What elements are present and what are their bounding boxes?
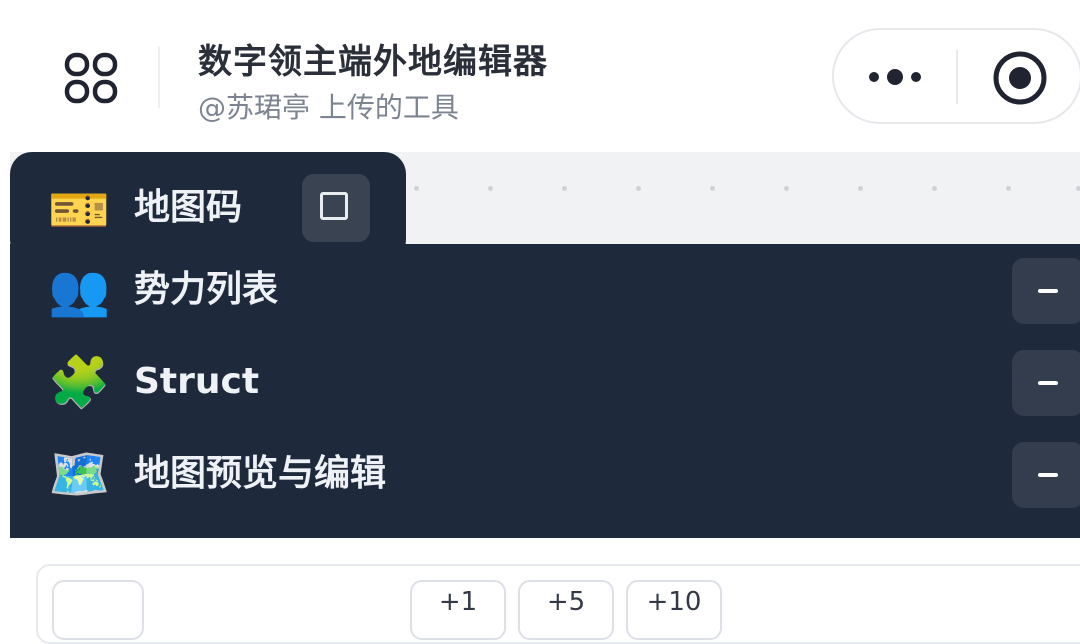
step-plus-1-button[interactable]: +1 [410, 580, 506, 640]
step-control-card: +1 +5 +10 [36, 564, 1080, 644]
grid-dot [1006, 186, 1011, 191]
map-icon: 🗺️ [48, 445, 111, 503]
apps-grid-icon[interactable] [64, 52, 118, 104]
ticket-icon: 🎫 [48, 181, 111, 239]
puzzle-icon: 🧩 [48, 353, 111, 411]
grid-dot [1076, 186, 1080, 191]
step-plus-10-button[interactable]: +10 [626, 580, 722, 640]
app-subtitle: @苏珺亭 上传的工具 [198, 91, 459, 124]
grid-dot [488, 186, 493, 191]
map-code-label: 地图码 [134, 187, 243, 228]
grid-dot [784, 186, 789, 191]
collapse-button[interactable] [1012, 442, 1080, 508]
header-divider [158, 46, 160, 108]
collapse-button[interactable] [1012, 258, 1080, 324]
minus-icon [1038, 381, 1058, 385]
grid-dot [710, 186, 715, 191]
more-dots-icon[interactable] [868, 66, 922, 88]
section-label: Struct [134, 361, 260, 402]
people-icon: 👥 [48, 261, 111, 319]
mini-program-header: 数字领主端外地编辑器 @苏珺亭 上传的工具 [0, 0, 1080, 150]
section-row-struct[interactable]: 🧩 Struct [10, 336, 1080, 428]
grid-dot [414, 186, 419, 191]
map-code-checkbox-button[interactable] [302, 174, 370, 242]
section-label: 地图预览与编辑 [134, 453, 387, 494]
grid-dot [636, 186, 641, 191]
step-plus-5-button[interactable]: +5 [518, 580, 614, 640]
section-label: 势力列表 [134, 269, 279, 310]
target-close-icon[interactable] [992, 50, 1048, 106]
grid-dot [562, 186, 567, 191]
grid-dot [932, 186, 937, 191]
minus-icon [1038, 289, 1058, 293]
value-button[interactable] [52, 580, 144, 640]
capsule-menu [832, 28, 1080, 124]
minus-icon [1038, 473, 1058, 477]
capsule-divider [956, 50, 958, 104]
collapse-button[interactable] [1012, 350, 1080, 416]
section-row-map-preview[interactable]: 🗺️ 地图预览与编辑 [10, 428, 1080, 520]
section-panel: 👥 势力列表 🧩 Struct 🗺️ 地图预览与编辑 [10, 244, 1080, 538]
grid-dot [858, 186, 863, 191]
checkbox-icon [320, 192, 348, 220]
map-code-card[interactable]: 🎫 地图码 [10, 152, 406, 262]
app-title: 数字领主端外地编辑器 [198, 42, 548, 82]
